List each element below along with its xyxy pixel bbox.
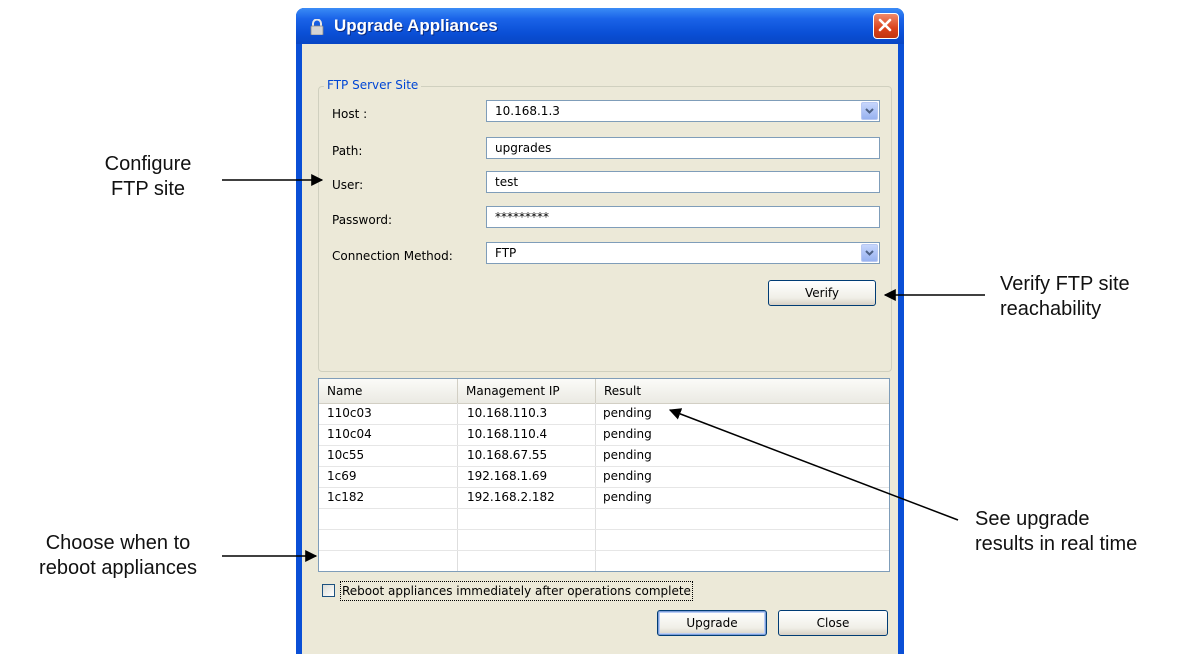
verify-button[interactable]: Verify: [768, 280, 876, 306]
password-label: Password:: [332, 213, 393, 227]
close-button[interactable]: Close: [778, 610, 888, 636]
table-row[interactable]: 1c182 192.168.2.182 pending: [319, 487, 889, 509]
table-row[interactable]: 110c03 10.168.110.3 pending: [319, 403, 889, 425]
ftp-server-groupbox: [318, 86, 892, 372]
annotation-upgrade-results: See upgrade results in real time: [975, 507, 1195, 557]
cell-result: pending: [603, 490, 652, 504]
cell-management-ip: 10.168.110.4: [467, 427, 548, 441]
column-header-management-ip[interactable]: Management IP: [457, 379, 595, 403]
cell-result: pending: [603, 427, 652, 441]
path-value: upgrades: [495, 141, 552, 155]
reboot-checkbox-label[interactable]: Reboot appliances immediately after oper…: [340, 581, 693, 601]
cell-result: pending: [603, 448, 652, 462]
table-row: [319, 550, 889, 571]
chevron-down-icon: [865, 108, 874, 114]
cell-management-ip: 10.168.67.55: [467, 448, 548, 462]
annotation-line: See upgrade: [975, 508, 1090, 530]
dialog-body: FTP Server Site Host : 10.168.1.3 Path: …: [302, 44, 898, 654]
dialog-title: Upgrade Appliances: [334, 16, 498, 35]
cell-name: 10c55: [327, 448, 365, 462]
password-field[interactable]: *********: [486, 206, 880, 228]
results-table[interactable]: Name Management IP Result 110c03 10.168.1…: [318, 378, 890, 572]
table-header: Name Management IP Result: [319, 379, 889, 404]
table-row[interactable]: 110c04 10.168.110.4 pending: [319, 424, 889, 446]
lock-icon: [310, 19, 324, 35]
annotation-line: reboot appliances: [39, 557, 197, 579]
chevron-down-icon: [865, 250, 874, 256]
reboot-checkbox[interactable]: [322, 584, 335, 597]
user-field[interactable]: test: [486, 171, 880, 193]
table-row[interactable]: 10c55 10.168.67.55 pending: [319, 445, 889, 467]
user-label: User:: [332, 178, 364, 192]
cell-management-ip: 10.168.110.3: [467, 406, 548, 420]
connection-method-combobox[interactable]: FTP: [486, 242, 880, 264]
cell-management-ip: 192.168.2.182: [467, 490, 555, 504]
connection-method-value: FTP: [495, 246, 517, 260]
path-field[interactable]: upgrades: [486, 137, 880, 159]
cell-name: 1c69: [327, 469, 357, 483]
connection-method-dropdown-button[interactable]: [861, 244, 878, 262]
table-row: [319, 508, 889, 530]
cell-name: 110c04: [327, 427, 372, 441]
cell-management-ip: 192.168.1.69: [467, 469, 548, 483]
host-value: 10.168.1.3: [495, 104, 560, 118]
upgrade-button[interactable]: Upgrade: [657, 610, 767, 636]
path-label: Path:: [332, 144, 363, 158]
user-value: test: [495, 175, 519, 189]
close-icon: [878, 18, 892, 32]
cell-name: 110c03: [327, 406, 372, 420]
cell-name: 1c182: [327, 490, 365, 504]
annotation-line: FTP site: [110, 178, 186, 200]
close-window-button[interactable]: [873, 13, 899, 39]
table-row[interactable]: 1c69 192.168.1.69 pending: [319, 466, 889, 488]
annotation-configure-ftp: Configure FTP site: [78, 152, 218, 202]
connection-method-label: Connection Method:: [332, 249, 453, 263]
upgrade-appliances-dialog: Upgrade Appliances FTP Server Site Host …: [296, 8, 904, 654]
host-dropdown-button[interactable]: [861, 102, 878, 120]
host-label: Host :: [332, 107, 368, 121]
annotation-line: reachability: [1000, 298, 1102, 320]
title-bar[interactable]: Upgrade Appliances: [296, 8, 904, 44]
column-header-name[interactable]: Name: [319, 379, 457, 403]
annotation-line: Verify FTP site: [1000, 273, 1130, 295]
table-row: [319, 529, 889, 551]
annotation-line: results in real time: [975, 533, 1138, 555]
password-value: *********: [495, 210, 549, 224]
cell-result: pending: [603, 469, 652, 483]
column-header-result[interactable]: Result: [595, 379, 889, 403]
annotation-line: Configure: [104, 153, 192, 175]
host-combobox[interactable]: 10.168.1.3: [486, 100, 880, 122]
annotation-verify-ftp: Verify FTP site reachability: [1000, 272, 1190, 322]
cell-result: pending: [603, 406, 652, 420]
group-title: FTP Server Site: [324, 78, 422, 92]
annotation-line: Choose when to: [45, 532, 191, 554]
annotation-reboot: Choose when to reboot appliances: [18, 531, 218, 581]
